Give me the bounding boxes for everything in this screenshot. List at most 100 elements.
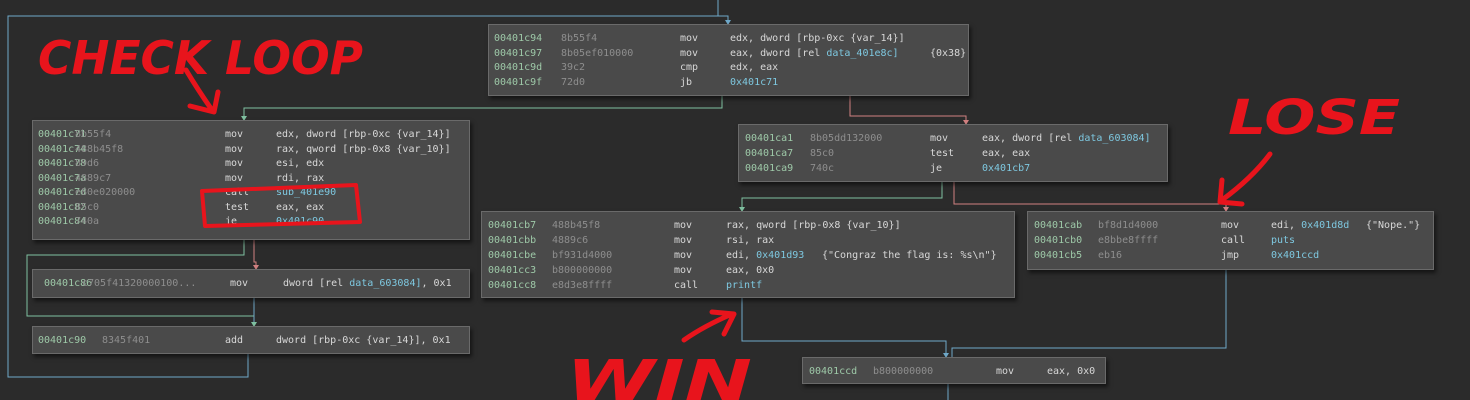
symbol-reference[interactable]: sub_401e90 bbox=[276, 187, 336, 198]
mnemonic: mov bbox=[225, 172, 244, 184]
basic-block-00401cb7[interactable]: 00401cb7 488b45f8 mov rax, qword [rbp-0x8 {… bbox=[481, 211, 1015, 298]
instruction-row[interactable]: 00401c97 8b05ef010000 mov {0x38} eax, dword … bbox=[489, 47, 968, 61]
opcode-bytes: 8345f401 bbox=[102, 335, 151, 346]
instruction-row[interactable]: 00401ca9 740c je 0x401cb7 bbox=[739, 162, 1167, 176]
symbol-reference[interactable]: 0x401d8d bbox=[1301, 220, 1349, 231]
address: 00401c97 bbox=[494, 47, 543, 59]
address: 00401cc8 bbox=[488, 280, 537, 291]
operands: rax, qword [rbp-0x8 {var_10}] bbox=[726, 219, 901, 233]
basic-block-00401c71[interactable]: 00401c71 8b55f4 mov edx, dword [rbp-0xc {va… bbox=[32, 120, 470, 240]
instruction-row[interactable]: 00401cab bf8d1d4000 mov {"Nope."} edi, 0x401… bbox=[1028, 219, 1433, 233]
instruction-row[interactable]: 00401cc3 b800000000 mov eax, 0x0 bbox=[482, 264, 1014, 278]
instruction-row[interactable]: 00401cbb 4889c6 mov rsi, rax bbox=[482, 234, 1014, 248]
opcode-bytes: 85c0 bbox=[810, 148, 835, 159]
opcode-bytes: e8bbe8ffff bbox=[1098, 235, 1159, 246]
instruction-row[interactable]: 00401c9f 72d0 jb 0x401c71 bbox=[489, 76, 968, 90]
opcode-bytes: bf931d4000 bbox=[552, 250, 613, 261]
instruction-row[interactable]: 00401c94 8b55f4 mov edx, dword [rbp-0xc {va… bbox=[489, 32, 968, 46]
operand-text: eax, eax bbox=[276, 201, 325, 213]
address: 00401cab bbox=[1034, 220, 1083, 231]
opcode-bytes: 8b55f4 bbox=[75, 129, 112, 140]
instruction-row[interactable]: 00401c84 740a je 0x401c90 bbox=[33, 215, 469, 229]
basic-block-00401ca1[interactable]: 00401ca1 8b05dd132000 mov eax, dword [rel d… bbox=[738, 124, 1168, 182]
mnemonic: mov bbox=[674, 250, 693, 261]
operand-text: edx, dword [rbp-0xc {var_14}] bbox=[730, 33, 905, 44]
instruction-row[interactable]: 00401ca7 85c0 test eax, eax bbox=[739, 147, 1167, 161]
operand-text: dword [rbp-0xc {var_14}], 0x1 bbox=[276, 335, 451, 346]
opcode-bytes: 4889c6 bbox=[552, 235, 589, 246]
operand-text: edi, bbox=[726, 250, 757, 261]
symbol-reference[interactable]: 0x401cb7 bbox=[982, 163, 1030, 174]
basic-block-00401ccd[interactable]: 00401ccd b800000000 mov eax, 0x0 bbox=[802, 357, 1106, 384]
instruction-row[interactable]: 00401c86 c705f41320000100... mov dword [rel… bbox=[33, 277, 469, 291]
instruction-row[interactable]: 00401cb5 eb16 jmp 0x401ccd bbox=[1028, 249, 1433, 263]
operands: 0x401c71 bbox=[730, 76, 778, 90]
instruction-row[interactable]: 00401cb0 e8bbe8ffff call puts bbox=[1028, 234, 1433, 248]
instruction-row[interactable]: 00401ca1 8b05dd132000 mov eax, dword [rel d… bbox=[739, 132, 1167, 146]
instruction-row[interactable]: 00401c9d 39c2 cmp edx, eax bbox=[489, 61, 968, 75]
annotation-comment: , 0x1 bbox=[421, 278, 452, 289]
mnemonic: cmp bbox=[680, 62, 699, 73]
instruction-row[interactable]: 00401c7d e80e020000 call sub_401e90 bbox=[33, 186, 469, 200]
opcode-bytes: eb16 bbox=[1098, 250, 1123, 261]
operand-text: rax, qword [rbp-0x8 {var_10}] bbox=[726, 220, 901, 231]
operands: eax, 0x0 bbox=[1047, 365, 1095, 379]
opcode-bytes: 85c0 bbox=[75, 201, 100, 213]
mnemonic: je bbox=[225, 216, 238, 227]
operands: eax, eax bbox=[276, 201, 324, 215]
symbol-reference[interactable]: 0x401c71 bbox=[730, 77, 778, 88]
instruction-row[interactable]: 00401ccd b800000000 mov eax, 0x0 bbox=[803, 365, 1105, 379]
opcode-bytes: 8b05ef010000 bbox=[561, 47, 634, 59]
basic-block-00401cab[interactable]: 00401cab bf8d1d4000 mov {"Nope."} edi, 0x401… bbox=[1027, 211, 1434, 270]
mnemonic: call bbox=[674, 280, 699, 291]
instruction-row[interactable]: 00401c82 85c0 test eax, eax bbox=[33, 201, 469, 215]
address: 00401c94 bbox=[494, 33, 543, 44]
instruction-row[interactable]: 00401cb7 488b45f8 mov rax, qword [rbp-0x8 {… bbox=[482, 219, 1014, 233]
mnemonic: test bbox=[930, 148, 955, 159]
symbol-reference[interactable]: printf bbox=[726, 280, 762, 291]
opcode-bytes: e80e020000 bbox=[75, 187, 136, 198]
mnemonic: call bbox=[1221, 235, 1246, 246]
edge-b5-b6 bbox=[741, 182, 943, 211]
mnemonic: mov bbox=[1221, 220, 1240, 231]
basic-block-00401c86[interactable]: 00401c86 c705f41320000100... mov dword [rel… bbox=[32, 269, 470, 298]
symbol-reference[interactable]: 0x401ccd bbox=[1271, 250, 1319, 261]
symbol-reference[interactable]: data_401e8c] bbox=[826, 48, 898, 59]
symbol-reference[interactable]: 0x401d93 bbox=[756, 250, 804, 261]
instruction-row[interactable]: 00401c78 89d6 mov esi, edx bbox=[33, 157, 469, 171]
opcode-bytes: 488b45f8 bbox=[552, 220, 601, 231]
mnemonic: mov bbox=[930, 133, 949, 144]
basic-block-00401c90[interactable]: 00401c90 8345f401 add dword [rbp-0xc {var_1… bbox=[32, 326, 470, 354]
opcode-bytes: 8b55f4 bbox=[561, 33, 598, 44]
opcode-bytes: bf8d1d4000 bbox=[1098, 220, 1159, 231]
instruction-row[interactable]: 00401c71 8b55f4 mov edx, dword [rbp-0xc {va… bbox=[33, 128, 469, 142]
opcode-bytes: 740a bbox=[75, 216, 100, 227]
opcode-bytes: 4889c7 bbox=[75, 172, 112, 184]
annotation-comment: {"Congraz the flag is: %s\n"} bbox=[822, 250, 997, 261]
operand-text: rsi, rax bbox=[726, 235, 775, 246]
operand-text: eax, dword [rel bbox=[982, 133, 1079, 144]
instruction-row[interactable]: 00401cbe bf931d4000 mov {"Congraz the flag … bbox=[482, 249, 1014, 263]
operands: rsi, rax bbox=[726, 234, 774, 248]
symbol-reference[interactable]: puts bbox=[1271, 235, 1295, 246]
edge-b1-b5 bbox=[849, 96, 967, 124]
address: 00401ca9 bbox=[745, 163, 794, 174]
mnemonic: mov bbox=[674, 265, 693, 276]
opcode-bytes: e8d3e8ffff bbox=[552, 280, 613, 291]
address: 00401cb7 bbox=[488, 220, 537, 231]
basic-block-00401c94[interactable]: 00401c94 8b55f4 mov edx, dword [rbp-0xc {va… bbox=[488, 24, 969, 96]
symbol-reference[interactable]: 0x401c90 bbox=[276, 216, 324, 227]
instruction-row[interactable]: 00401c90 8345f401 add dword [rbp-0xc {var_1… bbox=[33, 334, 469, 348]
operand-text: edi, bbox=[1271, 220, 1302, 231]
symbol-reference[interactable]: data_603084] bbox=[349, 278, 421, 289]
instruction-row[interactable]: 00401cc8 e8d3e8ffff call printf bbox=[482, 279, 1014, 293]
operands: edx, dword [rbp-0xc {var_14}] bbox=[276, 128, 451, 142]
operands: eax, eax bbox=[982, 147, 1030, 161]
mnemonic: mov bbox=[230, 278, 249, 289]
edge-b2-b3 bbox=[253, 240, 257, 269]
symbol-reference[interactable]: data_603084] bbox=[1078, 133, 1150, 144]
operands: edi, 0x401d8d bbox=[1271, 219, 1349, 233]
instruction-row[interactable]: 00401c74 488b45f8 mov rax, qword [rbp-0x8 {… bbox=[33, 143, 469, 157]
instruction-row[interactable]: 00401c7a 4889c7 mov rdi, rax bbox=[33, 172, 469, 186]
address: 00401c90 bbox=[38, 335, 87, 346]
